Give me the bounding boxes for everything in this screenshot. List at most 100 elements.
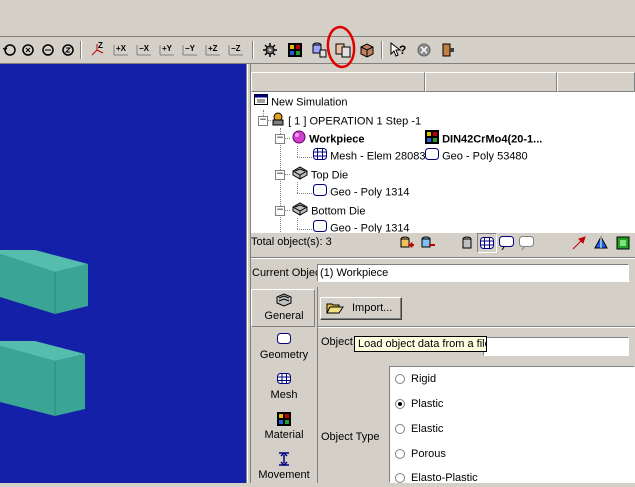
tree-label: Geo - Poly 1314 (330, 222, 410, 233)
rotate-z-icon[interactable] (38, 40, 58, 60)
tree-label: Bottom Die (311, 205, 366, 218)
view-minus-x-icon[interactable]: −X (134, 40, 154, 60)
open-folder-icon (326, 301, 344, 318)
workpiece-icon (292, 130, 306, 149)
view-minus-y-icon[interactable]: −Y (180, 40, 200, 60)
radio-dot (395, 473, 405, 483)
graphics-viewport[interactable] (0, 64, 247, 483)
import-label: Import... (352, 302, 393, 314)
toolbar-separator (80, 41, 82, 59)
die-icon (292, 202, 308, 221)
tab-general[interactable]: General (251, 289, 315, 327)
tree-label: Geo - Poly 53480 (442, 150, 528, 163)
movement-icon (276, 451, 292, 467)
svg-text:−X: −X (139, 44, 150, 53)
operation-icon (271, 112, 285, 131)
view-3d-icon[interactable] (591, 233, 611, 253)
material-icon[interactable] (285, 40, 305, 60)
tree-label: Geo - Poly 1314 (330, 186, 410, 199)
show-surface-icon[interactable] (497, 233, 517, 253)
rotate-free-icon[interactable] (58, 40, 78, 60)
tab-label: Material (264, 429, 304, 441)
material-icon (425, 130, 439, 149)
tree-item-bottom-die-geo[interactable]: Geo - Poly 1314 (313, 220, 410, 233)
tab-mesh[interactable]: Mesh (252, 369, 316, 407)
radio-dot (395, 424, 405, 434)
tab-label: Mesh (270, 389, 298, 401)
svg-text:−Y: −Y (185, 44, 196, 53)
exit-icon[interactable] (438, 40, 458, 60)
stop-icon[interactable] (414, 40, 434, 60)
object-tree[interactable]: New Simulation − [ 1 ] OPERATION 1 Step … (251, 92, 635, 233)
svg-text:?: ? (399, 43, 406, 57)
tree-label: Top Die (310, 169, 349, 182)
view-minus-z-icon[interactable]: −Z (226, 40, 246, 60)
tab-movement[interactable]: Movement (252, 449, 316, 487)
rotate-x-icon[interactable] (0, 40, 20, 60)
object-name-label: Object (321, 336, 353, 348)
tree-item-new-simulation[interactable]: New Simulation (254, 94, 347, 110)
geometry-icon (313, 220, 327, 233)
tree-item-workpiece-mesh[interactable]: Mesh - Elem 28083 (313, 148, 425, 164)
tab-label: Geometry (259, 349, 309, 361)
general-icon (276, 293, 292, 307)
property-tabs: General Geometry Mesh Material Movement (251, 287, 318, 483)
object-type-label: Object Type (321, 431, 380, 443)
material-icon (276, 412, 292, 426)
total-objects-label: Total object(s): 3 (251, 236, 332, 248)
radio-dot (395, 449, 405, 459)
tree-label: Workpiece (309, 133, 365, 146)
tree-label: [ 1 ] OPERATION 1 Step -1 (288, 115, 422, 128)
help-icon[interactable]: ? (388, 40, 408, 60)
section-divider (318, 326, 635, 328)
tree-item-material[interactable]: DIN42CrMo4(20-1... (425, 130, 542, 146)
radio-label: Porous (411, 448, 446, 460)
svg-text:+Z: +Z (208, 44, 218, 53)
tree-item-workpiece[interactable]: Workpiece (292, 130, 365, 146)
tree-item-operation[interactable]: [ 1 ] OPERATION 1 Step -1 (271, 112, 421, 128)
current-object-select[interactable]: (1) Workpiece (317, 264, 629, 282)
tree-column-2[interactable] (425, 72, 557, 92)
collapse-toggle[interactable]: − (275, 206, 285, 216)
main-toolbar: Z +X −X +Y −Y +Z −Z ? (0, 25, 635, 69)
collapse-toggle[interactable]: − (258, 116, 268, 126)
tool-pick-icon[interactable] (569, 233, 589, 253)
add-object-icon[interactable] (396, 233, 416, 253)
import-button[interactable]: Import... (320, 297, 402, 320)
delete-object-icon[interactable] (417, 233, 437, 253)
highlight-circle (324, 24, 358, 70)
tree-label: Mesh - Elem 28083 (330, 150, 426, 163)
object-box-icon[interactable] (357, 40, 377, 60)
tree-item-top-die[interactable]: Top Die (292, 166, 348, 182)
toolbar-separator (381, 41, 383, 59)
collapse-toggle[interactable]: − (275, 134, 285, 144)
object-name-field[interactable] (483, 337, 629, 356)
tree-item-top-die-geo[interactable]: Geo - Poly 1314 (313, 184, 410, 200)
tree-item-bottom-die[interactable]: Bottom Die (292, 202, 365, 218)
tree-column-3[interactable] (557, 72, 635, 92)
tree-item-workpiece-geo[interactable]: Geo - Poly 53480 (425, 148, 528, 164)
show-mesh-icon[interactable] (477, 233, 497, 253)
tab-material[interactable]: Material (252, 409, 316, 447)
show-geometry-icon[interactable] (457, 233, 477, 253)
geometry-icon (425, 148, 439, 165)
tree-header (251, 72, 635, 92)
import-tooltip: Load object data from a file (354, 336, 487, 352)
tab-geometry[interactable]: Geometry (252, 329, 316, 367)
view-plus-y-icon[interactable]: +Y (157, 40, 177, 60)
svg-text:Z: Z (98, 41, 103, 50)
view-shaded-icon[interactable] (613, 233, 633, 253)
collapse-toggle[interactable]: − (275, 170, 285, 180)
view-plus-x-icon[interactable]: +X (111, 40, 131, 60)
tree-label: New Simulation (271, 96, 348, 109)
current-object-label: Current Objec (252, 267, 321, 279)
panel-divider (251, 257, 635, 259)
show-outline-icon[interactable] (517, 233, 537, 253)
view-iso-icon[interactable]: Z (87, 40, 107, 60)
view-plus-z-icon[interactable]: +Z (203, 40, 223, 60)
gear-icon[interactable] (260, 40, 280, 60)
svg-text:+Y: +Y (162, 44, 173, 53)
tree-column-1[interactable] (251, 72, 425, 92)
rotate-y-icon[interactable] (18, 40, 38, 60)
simulation-icon (254, 94, 268, 111)
